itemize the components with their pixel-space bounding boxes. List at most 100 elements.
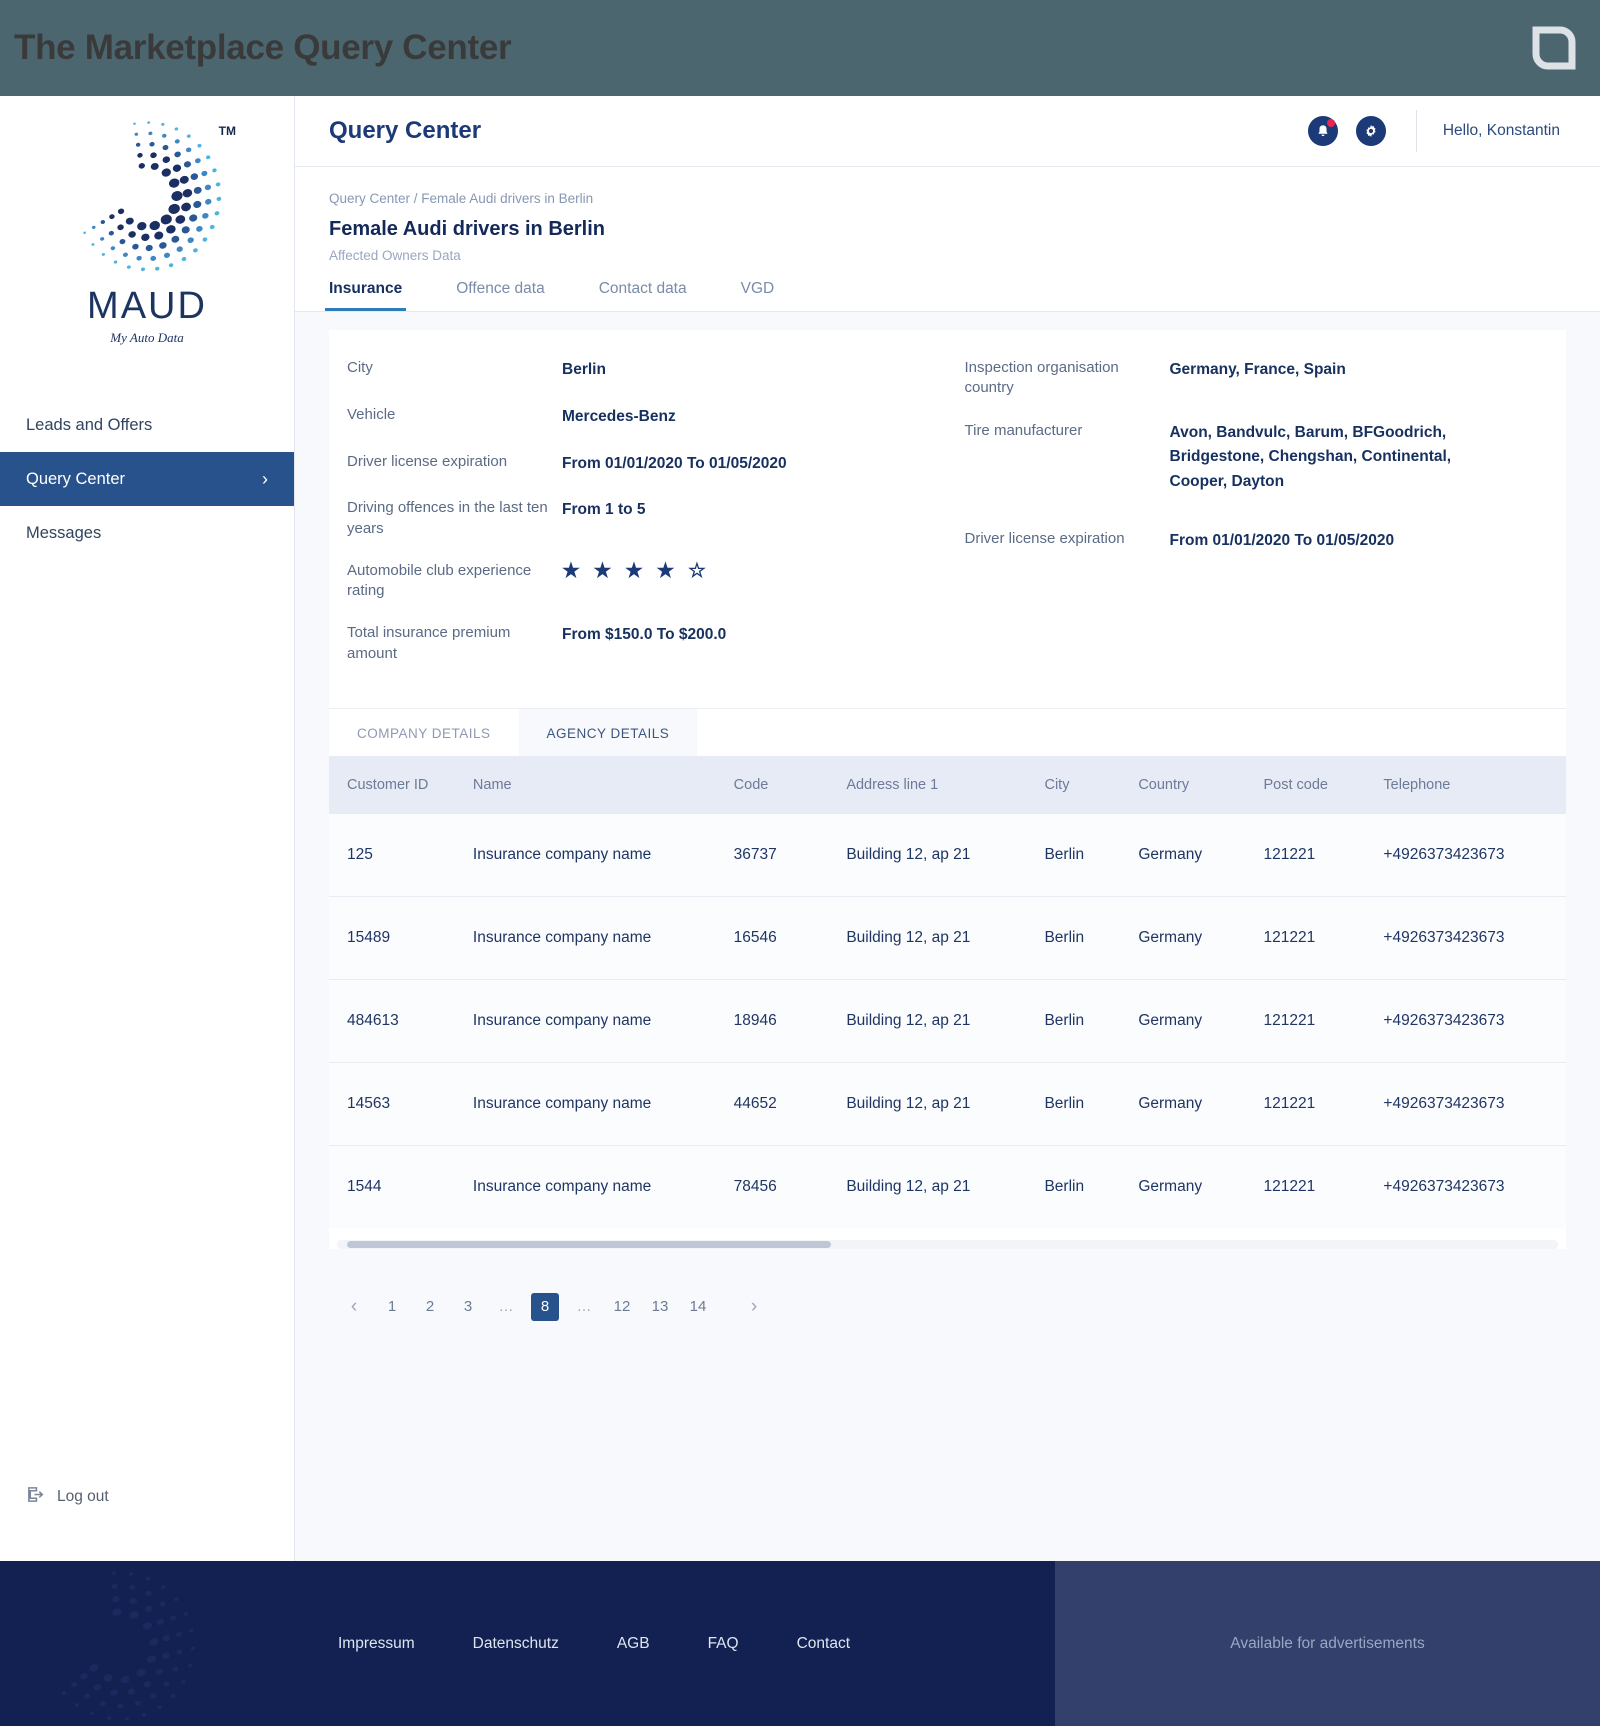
table-row[interactable]: 484613 Insurance company name 18946 Buil… [329,979,1566,1063]
data-tabs: Insurance Offence data Contact data VGD [324,280,1566,311]
cell-code: 16546 [733,896,847,980]
filter-column-right: Inspection organisation country Germany,… [931,358,1549,686]
subtab-agency-details[interactable]: AGENCY DETAILS [518,708,698,756]
content-scroll: City Berlin Vehicle Mercedes-Benz Driver… [295,312,1600,1561]
footer-link-faq[interactable]: FAQ [708,1635,739,1653]
table-header-row: Customer ID Name Code Address line 1 Cit… [329,755,1566,814]
pagination-page-14[interactable]: 14 [685,1293,711,1321]
cell-country: Germany [1138,979,1264,1063]
cell-country: Germany [1138,813,1264,897]
pagination-next-button[interactable]: › [741,1293,767,1321]
sidebar-item-label: Leads and Offers [26,415,153,434]
pagination-page-12[interactable]: 12 [609,1293,635,1321]
footer-link-datenschutz[interactable]: Datenschutz [473,1635,559,1653]
scrollbar-thumb[interactable] [347,1240,831,1248]
cell-name: Insurance company name [472,1145,734,1228]
column-header-address[interactable]: Address line 1 [846,755,1045,814]
breadcrumb[interactable]: Query Center / Female Audi drivers in Be… [329,191,1566,206]
column-header-customer-id[interactable]: Customer ID [329,755,473,814]
footer-link-agb[interactable]: AGB [617,1635,650,1653]
filter-label: Automobile club experience rating [347,561,532,600]
filter-row: Driving offences in the last ten years F… [347,498,931,539]
gear-icon[interactable] [1355,116,1386,146]
cell-name: Insurance company name [472,896,734,980]
cell-customer-id: 15489 [329,896,473,980]
column-header-code[interactable]: Code [733,755,847,814]
pagination-page-13[interactable]: 13 [647,1293,673,1321]
filter-value: From $150.0 To $200.0 [562,626,727,644]
sidebar: TM MAUD My Auto Data Leads and Offers Qu… [0,96,295,1561]
column-header-city[interactable]: City [1044,755,1139,814]
filter-value: Berlin [562,361,606,378]
cell-code: 78456 [733,1145,847,1228]
table-header: Customer ID Name Code Address line 1 Cit… [329,755,1566,814]
query-title: Female Audi drivers in Berlin [329,218,606,240]
footer-link-impressum[interactable]: Impressum [338,1635,415,1653]
agency-details-table: Customer ID Name Code Address line 1 Cit… [329,755,1566,1228]
filter-value: From 1 to 5 [562,501,646,519]
cell-post-code: 121221 [1263,813,1384,897]
table-row[interactable]: 1544 Insurance company name 78456 Buildi… [329,1145,1566,1228]
cell-name: Insurance company name [472,813,734,897]
pagination-page-current[interactable]: 8 [531,1292,559,1321]
logout-label: Log out [57,1488,109,1505]
tab-contact-data[interactable]: Contact data [599,280,687,311]
leaf-logo-icon [1530,24,1578,72]
detail-subtabs: COMPANY DETAILS AGENCY DETAILS [329,707,1566,756]
page-body: TM MAUD My Auto Data Leads and Offers Qu… [0,96,1600,1561]
cell-address: Building 12, ap 21 [846,979,1045,1063]
tab-offence-data[interactable]: Offence data [456,280,544,311]
star-rating: ★ ★ ★ ★ ☆ [562,559,710,582]
page-heading-zone: Query Center / Female Audi drivers in Be… [295,167,1600,311]
sidebar-nav: Leads and Offers Query Center › Messages [0,398,294,560]
sidebar-item-label: Messages [26,523,102,542]
cell-city: Berlin [1044,1062,1139,1146]
column-header-name[interactable]: Name [472,755,734,814]
column-header-post-code[interactable]: Post code [1263,755,1384,814]
pagination-page-1[interactable]: 1 [379,1293,405,1321]
brand-logo: TM MAUD My Auto Data [0,96,294,352]
cell-customer-id: 14563 [329,1062,473,1146]
tab-vgd[interactable]: VGD [741,280,775,311]
filter-row: Driver license expiration From 01/01/202… [965,529,1549,554]
cell-telephone: +4926373423673 [1383,813,1566,897]
cell-post-code: 121221 [1263,1145,1384,1228]
cell-country: Germany [1138,1145,1264,1228]
table-body: 125 Insurance company name 36737 Buildin… [329,813,1566,1228]
table-row[interactable]: 14563 Insurance company name 44652 Build… [329,1062,1566,1146]
subtab-company-details[interactable]: COMPANY DETAILS [329,708,519,756]
table-row[interactable]: 125 Insurance company name 36737 Buildin… [329,813,1566,897]
pagination-page-2[interactable]: 2 [417,1293,443,1321]
pagination-page-3[interactable]: 3 [455,1293,481,1321]
bell-icon[interactable] [1307,116,1338,146]
filter-value: From 01/01/2020 To 01/05/2020 [562,454,787,472]
tab-insurance[interactable]: Insurance [324,280,407,311]
sidebar-item-leads-and-offers[interactable]: Leads and Offers [0,398,294,452]
column-header-country[interactable]: Country [1138,755,1264,814]
sidebar-item-label: Query Center [26,469,126,488]
pagination-prev-button[interactable]: ‹ [341,1293,367,1321]
table-horizontal-scrollbar[interactable] [337,1239,1558,1249]
cell-city: Berlin [1044,896,1139,980]
pagination: ‹ 1 2 3 … 8 … 12 13 14 › [329,1248,1566,1321]
trademark-symbol: TM [218,124,236,138]
cell-telephone: +4926373423673 [1383,896,1566,980]
sidebar-item-query-center[interactable]: Query Center › [0,452,294,506]
filter-label: Driver license expiration [347,452,508,470]
cell-post-code: 121221 [1263,1062,1384,1146]
filter-value: Germany, France, Spain [1169,361,1346,378]
maud-wordmark: MAUD [87,285,207,327]
cell-address: Building 12, ap 21 [846,1062,1045,1146]
footer-link-contact[interactable]: Contact [797,1635,850,1653]
chevron-right-icon: › [262,468,268,489]
cell-city: Berlin [1044,1145,1139,1228]
filter-summary-card: City Berlin Vehicle Mercedes-Benz Driver… [329,330,1566,1249]
app-banner-title: The Marketplace Query Center [14,28,512,67]
sidebar-item-messages[interactable]: Messages [0,506,294,560]
table-row[interactable]: 15489 Insurance company name 16546 Build… [329,896,1566,980]
notification-badge [1326,119,1335,127]
cell-post-code: 121221 [1263,979,1384,1063]
logout-button[interactable]: Log out [26,1485,109,1509]
column-header-telephone[interactable]: Telephone [1383,755,1566,814]
filter-row: Driver license expiration From 01/01/202… [347,452,931,477]
